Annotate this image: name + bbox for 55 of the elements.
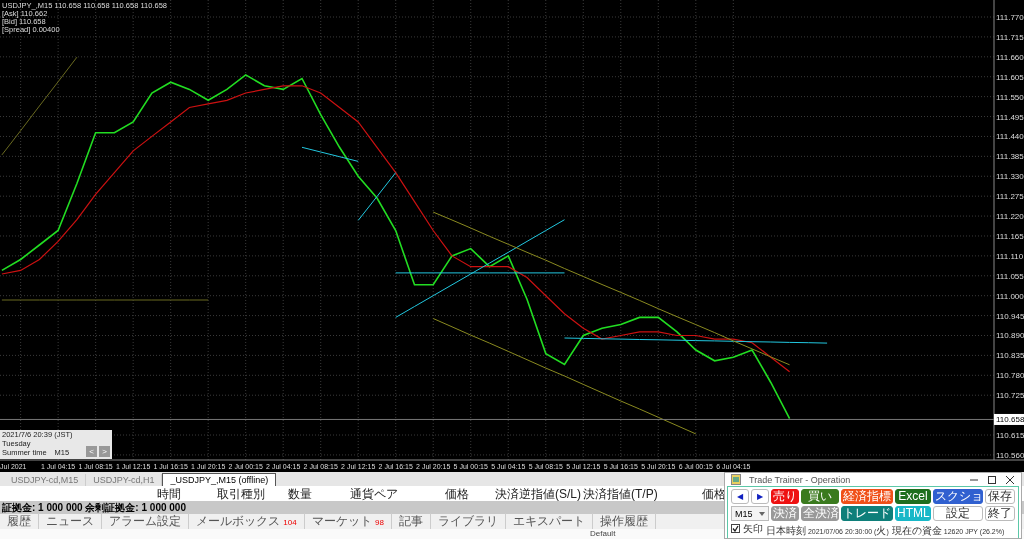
- column-header[interactable]: 取引種別: [217, 486, 265, 503]
- price-tick: 111.330: [996, 172, 1024, 182]
- chart-tab[interactable]: _USDJPY_,M15 (offline): [162, 473, 277, 486]
- column-header[interactable]: 価格: [702, 486, 726, 503]
- maximize-icon[interactable]: [987, 474, 997, 485]
- status-text: Default: [590, 529, 616, 538]
- price-tick: 111.110: [996, 251, 1024, 261]
- price-tick: 110.560: [996, 450, 1024, 460]
- app-icon: [731, 474, 741, 485]
- price-tick: 111.385: [996, 152, 1024, 162]
- action-button[interactable]: スクショ: [933, 489, 983, 504]
- action-button[interactable]: Excel: [895, 489, 931, 504]
- price-tick: 111.660: [996, 52, 1024, 62]
- caret-icon: [759, 511, 765, 516]
- current-price-label: 110.658: [994, 413, 1024, 425]
- price-tick: 110.725: [996, 391, 1024, 401]
- arrow-button[interactable]: ◀: [731, 489, 749, 504]
- action-button[interactable]: 保存: [985, 489, 1015, 504]
- action-button[interactable]: 終了: [985, 506, 1015, 521]
- column-header[interactable]: 通貨ペア: [350, 486, 398, 503]
- unread-count: 98: [375, 518, 384, 527]
- price-tick: 110.890: [996, 331, 1024, 341]
- action-button[interactable]: 設定: [933, 506, 983, 521]
- column-header[interactable]: 決済指値(T/P): [583, 486, 658, 503]
- arrow-button[interactable]: ▶: [751, 489, 769, 504]
- action-button[interactable]: 経済指標: [841, 489, 893, 504]
- price-tick: 111.275: [996, 192, 1024, 202]
- price-tick: 111.605: [996, 72, 1024, 82]
- action-button[interactable]: 売り: [771, 489, 799, 504]
- price-tick: 111.495: [996, 112, 1024, 122]
- column-header[interactable]: 価格: [445, 486, 469, 503]
- price-tick: 111.165: [996, 231, 1024, 241]
- price-tick: 111.550: [996, 92, 1024, 102]
- action-button[interactable]: トレード: [841, 506, 893, 521]
- price-tick: 111.440: [996, 132, 1024, 142]
- balance-text: 証拠金: 1 000 000 余剰証拠金: 1 000 000: [2, 500, 186, 515]
- price-tick: 110.615: [996, 431, 1024, 441]
- price-tick: 111.000: [996, 291, 1024, 301]
- price-tick: 111.715: [996, 32, 1024, 42]
- column-header[interactable]: 決済逆指値(S/L): [495, 486, 581, 503]
- checkbox-label: 矢印: [743, 521, 763, 536]
- price-tick: 110.945: [996, 311, 1024, 321]
- action-button[interactable]: 買い: [801, 489, 839, 504]
- price-tick: 111.055: [996, 271, 1024, 281]
- column-header[interactable]: 数量: [288, 486, 312, 503]
- price-tick: 111.220: [996, 212, 1024, 222]
- price-tick: 110.780: [996, 371, 1024, 381]
- unread-count: 104: [283, 518, 297, 527]
- price-tick: 110.835: [996, 351, 1024, 361]
- timeframe-select[interactable]: M15: [731, 506, 769, 521]
- close-icon[interactable]: [1005, 474, 1015, 485]
- checkbox[interactable]: [731, 524, 740, 533]
- price-tick: 111.770: [996, 13, 1024, 22]
- window-title: Trade Trainer - Operation: [749, 474, 851, 485]
- column-header[interactable]: 時間: [157, 486, 181, 503]
